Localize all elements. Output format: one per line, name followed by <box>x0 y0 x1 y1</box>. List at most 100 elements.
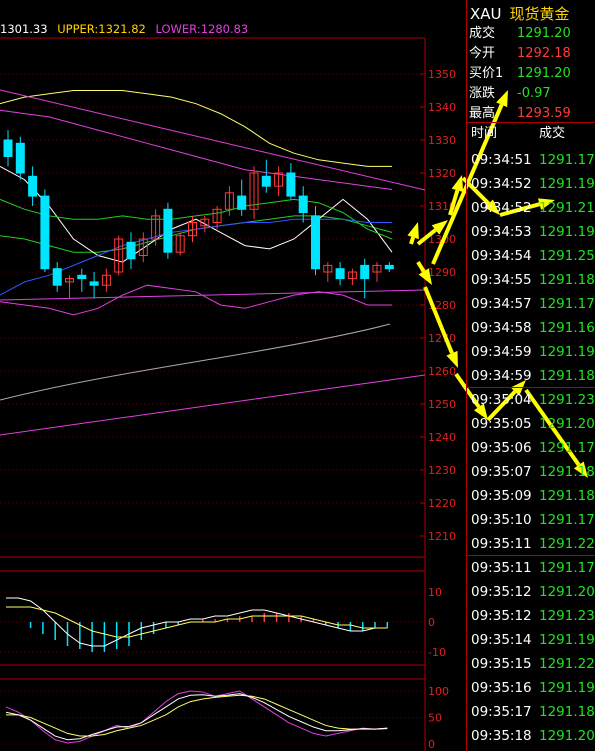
price-tick-label: 1220 <box>428 497 456 510</box>
candle-body <box>163 208 173 253</box>
kdj-j-line <box>5 690 388 744</box>
trade-row: 09:34:51 1291.17 <box>467 148 595 172</box>
trade-price: 1291.19 <box>539 680 595 696</box>
trade-time: 09:34:52 <box>471 176 532 192</box>
trade-price: 1291.21 <box>539 200 595 216</box>
price-tick-label: 1290 <box>428 266 456 279</box>
candle-body <box>298 195 308 214</box>
trade-row: 09:35:10 1291.17 <box>467 508 595 532</box>
ma-yellow-line <box>0 90 392 167</box>
quote-value: 1291.20 <box>517 66 571 81</box>
trade-time: 09:35:05 <box>471 416 532 432</box>
trade-row: 09:35:05 1291.20 <box>467 412 595 436</box>
trade-row: 09:35:16 1291.19 <box>467 676 595 700</box>
trade-price: 1291.20 <box>539 728 595 744</box>
symbol-code: XAU <box>470 5 502 23</box>
trend-lines <box>0 89 426 436</box>
trade-price: 1291.19 <box>539 176 595 192</box>
price-grid <box>0 73 425 537</box>
symbol-header: XAU 现货黄金 <box>470 3 570 24</box>
trade-price: 1291.17 <box>539 440 595 456</box>
trade-price: 1291.22 <box>539 536 595 552</box>
quote-row: 今开 1292.18 <box>467 44 595 64</box>
trade-price: 1291.20 <box>539 584 595 600</box>
trade-row: 09:35:11 1291.22 <box>467 532 595 556</box>
trade-price: 1291.17 <box>539 152 595 168</box>
candle-body <box>286 172 296 197</box>
trade-row: 09:35:11 1291.17 <box>467 556 595 580</box>
arrow-shaft <box>409 236 416 245</box>
moving-average-lines <box>0 90 393 296</box>
kdj-panel: 100 50 0 <box>0 685 449 751</box>
trade-time: 09:35:16 <box>471 680 532 696</box>
trade-time: 09:35:07 <box>471 464 532 480</box>
quote-value: 1293.59 <box>517 106 571 121</box>
trade-row: 09:35:15 1291.22 <box>467 652 595 676</box>
quote-value: -0.97 <box>517 86 551 101</box>
trade-row: 09:34:59 1291.19 <box>467 340 595 364</box>
trade-time: 09:34:54 <box>471 248 532 264</box>
trades-header-time: 时间 <box>471 126 498 141</box>
candle-body <box>15 142 25 174</box>
quote-label: 最高 <box>469 106 496 121</box>
price-tick-label: 1230 <box>428 464 456 477</box>
trade-time: 09:34:53 <box>471 224 532 240</box>
trade-price: 1291.23 <box>539 392 595 408</box>
quote-value: 1292.18 <box>517 46 571 61</box>
trade-row: 09:35:17 1291.18 <box>467 700 595 724</box>
price-tick-label: 1350 <box>428 68 456 81</box>
trade-price: 1291.23 <box>539 608 595 624</box>
price-tick-label: 1330 <box>428 134 456 147</box>
trade-time: 09:34:52 <box>471 200 532 216</box>
candle-body <box>52 268 62 286</box>
trade-time: 09:34:59 <box>471 368 532 384</box>
trade-time: 09:35:17 <box>471 704 532 720</box>
trade-price: 1291.17 <box>539 560 595 576</box>
indicator-lower: LOWER:1280.83 <box>155 22 249 36</box>
macd-tick-label: 0 <box>428 616 435 629</box>
trade-price: 1291.17 <box>539 296 595 312</box>
price-tick-label: 1320 <box>428 167 456 180</box>
trade-price: 1291.18 <box>539 704 595 720</box>
trade-time: 09:34:51 <box>471 152 532 168</box>
trade-price: 1291.19 <box>539 224 595 240</box>
trade-row: 09:35:06 1291.17 <box>467 436 595 460</box>
trade-time: 09:35:04 <box>471 392 532 408</box>
trade-row: 09:35:18 1291.20 <box>467 724 595 748</box>
trade-row: 09:35:12 1291.20 <box>467 580 595 604</box>
macd-panel: 10 0 -10 <box>0 586 446 659</box>
trade-price: 1291.18 <box>539 464 595 480</box>
candle-body <box>384 264 394 270</box>
trade-row: 09:34:55 1291.18 <box>467 268 595 292</box>
price-tick-label: 1260 <box>428 365 456 378</box>
candle-body <box>126 241 136 260</box>
trade-price: 1291.16 <box>539 320 595 336</box>
quote-row: 成交 1291.20 <box>467 24 595 44</box>
price-tick-label: 1340 <box>428 101 456 114</box>
quote-label: 成交 <box>469 26 496 41</box>
trade-time: 09:34:58 <box>471 320 532 336</box>
trade-price: 1291.22 <box>539 656 595 672</box>
candles <box>3 130 394 299</box>
trade-time: 09:35:18 <box>471 728 532 744</box>
trade-price: 1291.25 <box>539 248 595 264</box>
candle-body <box>3 139 13 157</box>
trade-row: 09:35:07 1291.18 <box>467 460 595 484</box>
candle-body <box>28 175 38 197</box>
quote-row: 涨跌 -0.97 <box>467 84 595 104</box>
boll-lower-line <box>0 284 392 316</box>
trade-time: 09:35:12 <box>471 584 532 600</box>
trade-time: 09:35:11 <box>471 536 532 552</box>
candle-body <box>335 268 345 280</box>
macd-dea-line <box>6 606 388 638</box>
kdj-tick-label: 0 <box>428 738 435 751</box>
quote-label: 买价1 <box>469 66 504 81</box>
quote-row: 最高 1293.59 <box>467 104 595 124</box>
trade-price: 1291.17 <box>539 512 595 528</box>
trade-row: 09:35:04 1291.23 <box>467 388 595 412</box>
symbol-name: 现货黄金 <box>509 5 570 23</box>
candle-body <box>40 195 50 270</box>
trade-row: 09:35:09 1291.18 <box>467 484 595 508</box>
trade-time: 09:35:12 <box>471 608 532 624</box>
trade-time: 09:34:57 <box>471 296 532 312</box>
